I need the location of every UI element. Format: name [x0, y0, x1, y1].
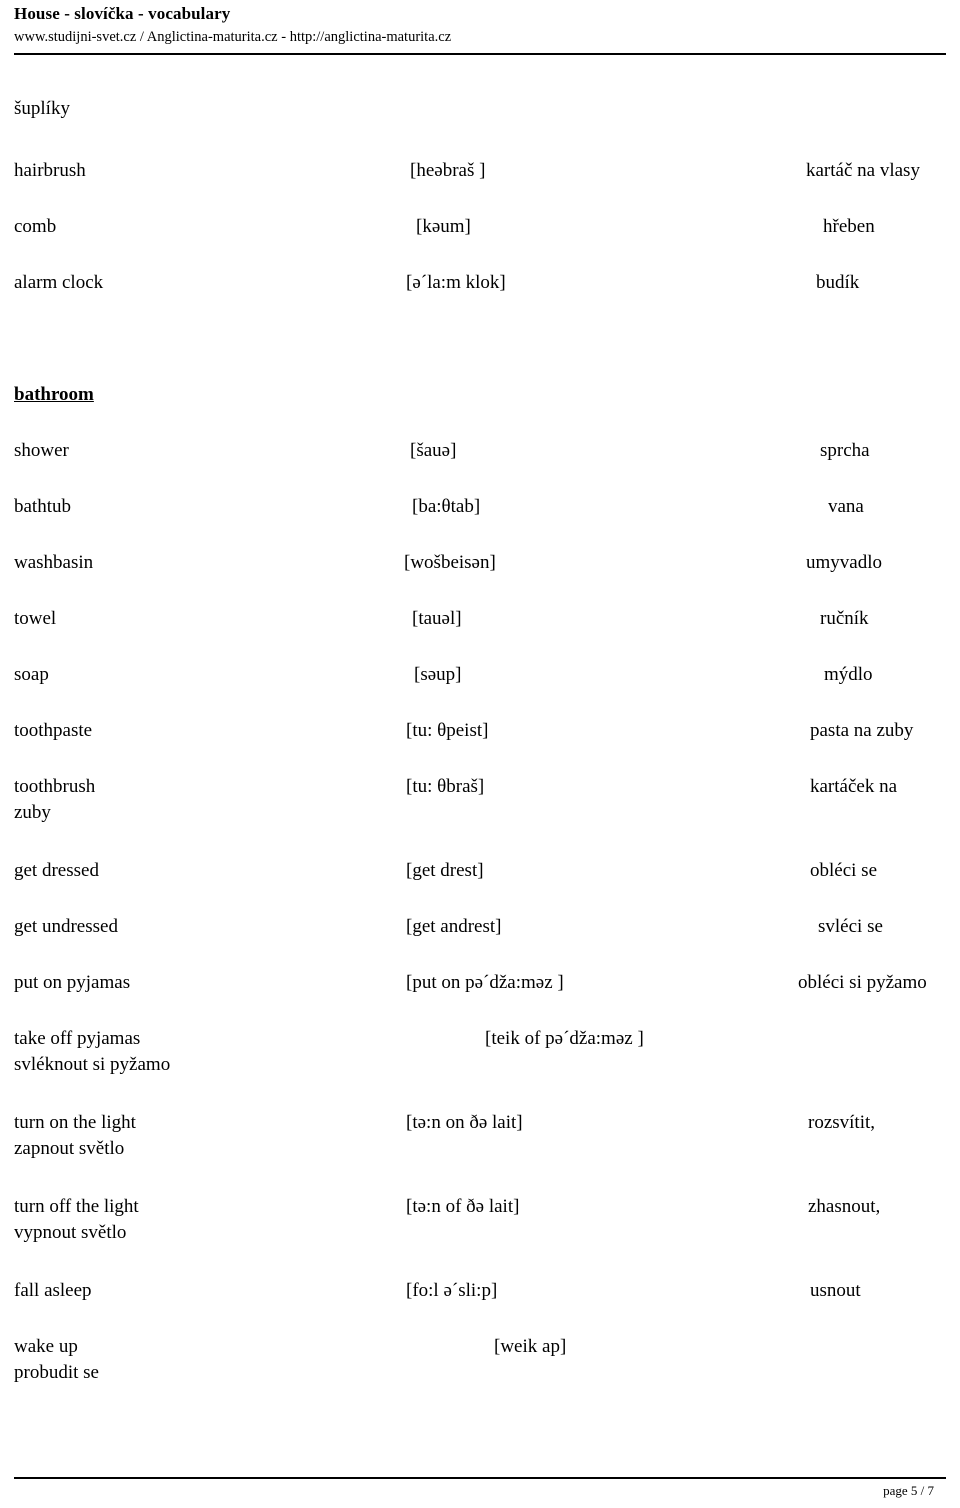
table-row: get undressed [get andrest] svléci se: [0, 914, 960, 970]
footer-divider: [14, 1477, 946, 1479]
term-czech-continued: vypnout světlo: [14, 1222, 127, 1243]
table-row: wake up [weik ap] probudit se: [0, 1334, 960, 1418]
term-czech: obléci si pyžamo: [798, 972, 927, 993]
term-english: soap: [14, 664, 49, 685]
term-english: towel: [14, 608, 57, 629]
term-pronunciation: [səup]: [414, 664, 462, 685]
document-source-line: www.studijni-svet.cz / Anglictina-maturi…: [14, 29, 452, 45]
table-row: put on pyjamas [put on pə´dža:məz ] oblé…: [0, 970, 960, 1026]
table-row: take off pyjamas [teik of pə´dža:məz ] s…: [0, 1026, 960, 1110]
term-pronunciation: [tu: θbraš]: [406, 776, 485, 797]
term-pronunciation: [fo:l ə´sli:p]: [406, 1280, 498, 1301]
term-czech: vana: [828, 496, 864, 517]
term-english: bathtub: [14, 496, 71, 517]
term-pronunciation: [get andrest]: [406, 916, 502, 937]
term-czech: obléci se: [810, 860, 878, 881]
table-row: shower [šauə] sprcha: [0, 438, 960, 494]
term-pronunciation: [tauəl]: [412, 608, 462, 629]
term-czech-continued: svléknout si pyžamo: [14, 1054, 171, 1075]
term-czech-continued: probudit se: [14, 1362, 99, 1383]
table-row: towel [tauəl] ručník: [0, 606, 960, 662]
term-czech: hřeben: [823, 216, 875, 237]
term-czech: pasta na zuby: [810, 720, 914, 741]
term-english: get undressed: [14, 916, 118, 937]
term-czech: umyvadlo: [806, 552, 882, 573]
term-pronunciation: [weik ap]: [494, 1336, 567, 1357]
term-english: alarm clock: [14, 272, 104, 293]
term-english: comb: [14, 216, 57, 237]
table-row: hairbrush [heəbraš ] kartáč na vlasy: [0, 158, 960, 214]
term-czech-continued: zapnout světlo: [14, 1138, 125, 1159]
header-divider: [14, 53, 946, 55]
term-pronunciation: [teik of pə´dža:məz ]: [485, 1028, 644, 1049]
table-row: alarm clock [ə´la:m klok] budík: [0, 270, 960, 326]
term-pronunciation: [tə:n on ðə lait]: [406, 1112, 523, 1133]
term-english: washbasin: [14, 552, 94, 573]
term-pronunciation: [ba:θtab]: [412, 496, 481, 517]
table-row: comb [kəum] hřeben: [0, 214, 960, 270]
term-pronunciation: [ə´la:m klok]: [406, 272, 506, 293]
term-english: shower: [14, 440, 69, 461]
term-czech: ručník: [820, 608, 869, 629]
term-pronunciation: [šauə]: [410, 440, 457, 461]
page-header: House - slovíčka - vocabulary www.studij…: [14, 0, 946, 55]
term-pronunciation: [heəbraš ]: [410, 160, 486, 181]
term-czech-continued: zuby: [14, 802, 51, 823]
term-pronunciation: [get drest]: [406, 860, 484, 881]
table-row: toothbrush [tu: θbraš] kartáček na zuby: [0, 774, 960, 858]
term-english: fall asleep: [14, 1280, 92, 1301]
term-czech: svléci se: [818, 916, 883, 937]
term-pronunciation: [kəum]: [416, 216, 471, 237]
table-row: washbasin [wošbeisən] umyvadlo: [0, 550, 960, 606]
term-english: turn off the light: [14, 1196, 139, 1217]
section-label: bathroom: [14, 384, 94, 405]
table-row: toothpaste [tu: θpeist] pasta na zuby: [0, 718, 960, 774]
term-pronunciation: [wošbeisən]: [404, 552, 496, 573]
term-english: wake up: [14, 1336, 78, 1357]
term-english: get dressed: [14, 860, 99, 881]
term-czech: kartáč na vlasy: [806, 160, 920, 181]
term-czech: usnout: [810, 1280, 861, 1301]
table-row: get dressed [get drest] obléci se: [0, 858, 960, 914]
document-title: House - slovíčka - vocabulary: [14, 4, 231, 23]
table-row: fall asleep [fo:l ə´sli:p] usnout: [0, 1278, 960, 1334]
term-pronunciation: [tə:n of ðə lait]: [406, 1196, 520, 1217]
term-english: take off pyjamas: [14, 1028, 141, 1049]
table-row: turn off the light [tə:n of ðə lait] zha…: [0, 1194, 960, 1278]
term-english: turn on the light: [14, 1112, 136, 1133]
term-czech: kartáček na: [810, 776, 898, 797]
term-english: hairbrush: [14, 160, 86, 181]
term-english: toothpaste: [14, 720, 93, 741]
term-english: toothbrush: [14, 776, 96, 797]
term-czech: mýdlo: [824, 664, 873, 685]
vocabulary-content: šuplíky hairbrush [heəbraš ] kartáč na v…: [0, 96, 960, 1418]
term-czech: zhasnout,: [808, 1196, 881, 1217]
page-number: page 5 / 7: [883, 1483, 934, 1498]
term-pronunciation: [tu: θpeist]: [406, 720, 489, 741]
term-czech: rozsvítit,: [808, 1112, 876, 1133]
continuation-word: šuplíky: [14, 98, 70, 119]
table-row: turn on the light [tə:n on ðə lait] rozs…: [0, 1110, 960, 1194]
table-row: soap [səup] mýdlo: [0, 662, 960, 718]
table-row: bathtub [ba:θtab] vana: [0, 494, 960, 550]
term-czech: sprcha: [820, 440, 870, 461]
section-heading-bathroom: bathroom: [0, 382, 960, 438]
term-czech: budík: [816, 272, 860, 293]
page-footer: page 5 / 7: [14, 1477, 946, 1500]
term-english: put on pyjamas: [14, 972, 131, 993]
term-pronunciation: [put on pə´dža:məz ]: [406, 972, 564, 993]
